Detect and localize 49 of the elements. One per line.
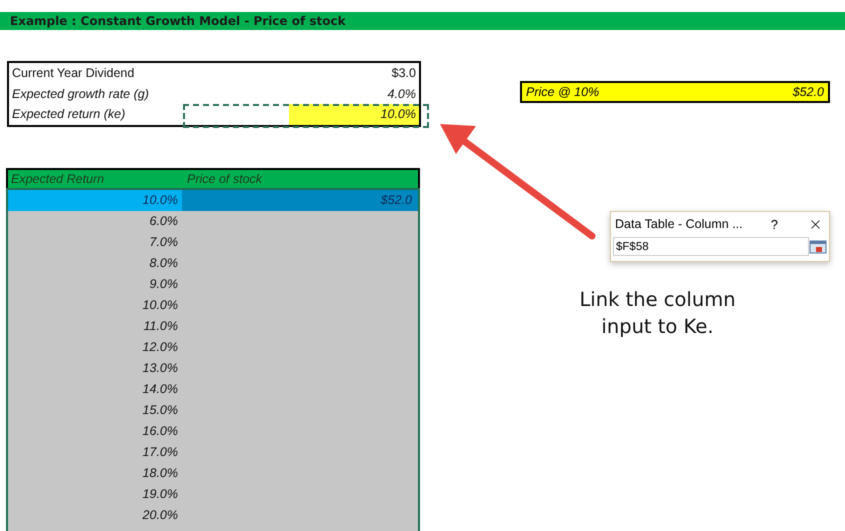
price-value: $52.0 [792, 85, 824, 99]
table-row[interactable]: 9.0% [8, 274, 418, 294]
input-label: Expected return (ke) [11, 106, 126, 124]
table-cell: $52.0 [182, 190, 418, 210]
table-cell-text: 15.0% [142, 402, 179, 419]
instruction-note: Link the column input to Ke. [578, 287, 737, 340]
table-row[interactable]: 7.0% [8, 232, 418, 252]
table-row[interactable]: 16.0% [8, 420, 418, 442]
table-cell-text: 16.0% [142, 423, 179, 440]
table-row[interactable]: 17.0% [8, 442, 418, 462]
table-cell-text: 7.0% [148, 234, 179, 251]
column-header: Price of stock [186, 170, 264, 188]
table-row[interactable]: 19.0% [8, 484, 418, 504]
sheet-title: Example : Constant Growth Model - Price of stock [0, 12, 845, 30]
input-label: Expected growth rate (g) [11, 86, 150, 103]
table-cell-text: 8.0% [148, 255, 179, 272]
table-cell-text: 20.0% [142, 507, 179, 524]
table-cell-text: 14.0% [142, 381, 179, 398]
table-cell-text: 10.0% [142, 297, 179, 314]
input-value[interactable]: 10.0% [289, 104, 419, 124]
table-cell-text: 19.0% [142, 486, 179, 503]
table-cell-text: 13.0% [142, 360, 179, 377]
input-value[interactable]: 4.0% [384, 84, 419, 104]
table-cell-text: 11.0% [142, 318, 179, 335]
table-row[interactable]: 10.0% [8, 294, 418, 316]
input-label: Current Year Dividend [11, 65, 136, 82]
column-input-field[interactable]: $F$58 [613, 237, 809, 256]
table-cell-text: 9.0% [148, 276, 179, 293]
table-cell: 10.0% [8, 190, 182, 210]
table-row[interactable]: 12.0% [8, 336, 418, 358]
table-cell-text: 18.0% [142, 465, 179, 482]
table-row[interactable]: 15.0% [8, 400, 418, 420]
table-row[interactable]: 20.0% [8, 504, 418, 526]
table-cell-text: 17.0% [142, 444, 179, 461]
table-cell-text: 6.0% [148, 213, 179, 230]
range-picker-icon[interactable] [809, 240, 827, 254]
table-row[interactable]: 11.0% [8, 316, 418, 336]
table-row[interactable]: 14.0% [8, 378, 418, 400]
price-label: Price @ 10% [526, 85, 600, 99]
table-row[interactable]: 10.0% $52.0 [8, 190, 418, 210]
dialog-title: Data Table - Column ... [615, 217, 744, 231]
input-value[interactable]: $3.0 [388, 63, 419, 84]
column-header: Expected Return [10, 170, 106, 188]
table-row[interactable]: 18.0% [8, 462, 418, 484]
table-cell-text: 12.0% [142, 339, 179, 356]
table-row[interactable]: 13.0% [8, 358, 418, 378]
help-button[interactable]: ? [768, 216, 780, 232]
table-row[interactable]: 8.0% [8, 252, 418, 274]
table-row[interactable]: 6.0% [8, 210, 418, 232]
